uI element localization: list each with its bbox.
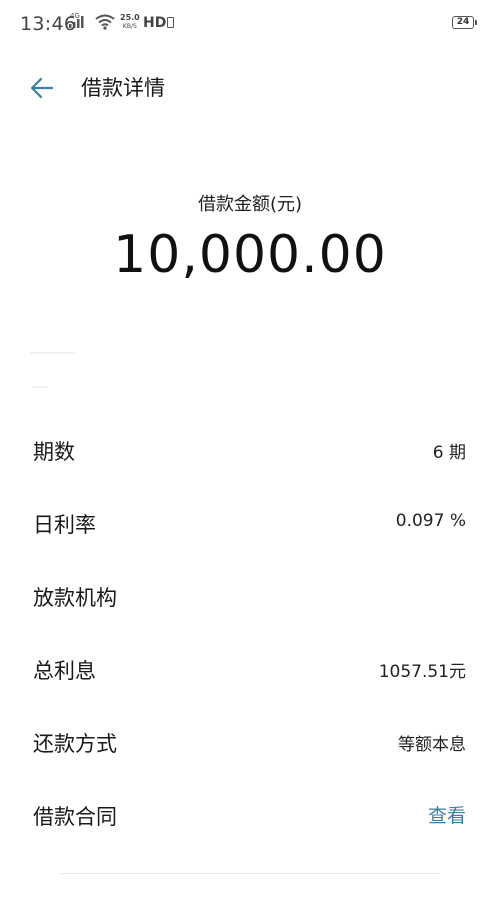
row-label: 期数 bbox=[33, 440, 75, 464]
row-value: 6 期 bbox=[432, 443, 466, 463]
row-value: 0.097 % bbox=[395, 511, 466, 531]
row-label: 总利息 bbox=[33, 659, 96, 683]
row-value: 等额本息 bbox=[398, 735, 466, 755]
detail-row-lender: 放款机构 bbox=[0, 560, 500, 633]
hd-icon bbox=[167, 17, 175, 28]
divider bbox=[30, 352, 76, 354]
signal-icon bbox=[69, 16, 84, 28]
battery-icon: 24 bbox=[452, 16, 477, 29]
detail-row-periods: 期数 6 期 bbox=[0, 414, 500, 487]
detail-row-repayment-method: 还款方式 等额本息 bbox=[0, 706, 500, 779]
hd-label: HD bbox=[143, 15, 167, 31]
row-label: 还款方式 bbox=[33, 732, 117, 756]
back-button[interactable] bbox=[28, 74, 58, 102]
row-label: 放款机构 bbox=[33, 586, 117, 610]
amount-label: 借款金额(元) bbox=[197, 194, 303, 215]
speed-value: 25.0 bbox=[120, 13, 140, 22]
speed-unit: KB/S bbox=[122, 23, 137, 30]
row-value: 1057.51元 bbox=[378, 662, 466, 682]
bottom-divider bbox=[60, 873, 440, 874]
arrow-left-icon bbox=[30, 77, 54, 99]
detail-row-total-interest: 总利息 1057.51元 bbox=[0, 633, 500, 706]
detail-list: 期数 6 期 日利率 0.097 % 放款机构 总利息 1057.51元 还款方… bbox=[0, 414, 500, 852]
page-title: 借款详情 bbox=[81, 76, 165, 100]
view-contract-link[interactable]: 查看 bbox=[428, 801, 466, 828]
network-speed: 25.0 KB/S bbox=[120, 13, 140, 31]
divider bbox=[33, 386, 47, 388]
wifi-icon bbox=[95, 14, 115, 30]
hd-indicator: HD bbox=[143, 15, 175, 31]
row-label: 借款合同 bbox=[33, 805, 117, 829]
detail-row-contract[interactable]: 借款合同 查看 bbox=[0, 779, 500, 852]
status-bar: 13:46 4G 25.0 KB/S HD 24 bbox=[0, 0, 500, 48]
amount-value: 10,000.00 bbox=[113, 225, 387, 285]
detail-row-daily-rate: 日利率 0.097 % bbox=[0, 487, 500, 560]
row-label: 日利率 bbox=[33, 513, 96, 537]
